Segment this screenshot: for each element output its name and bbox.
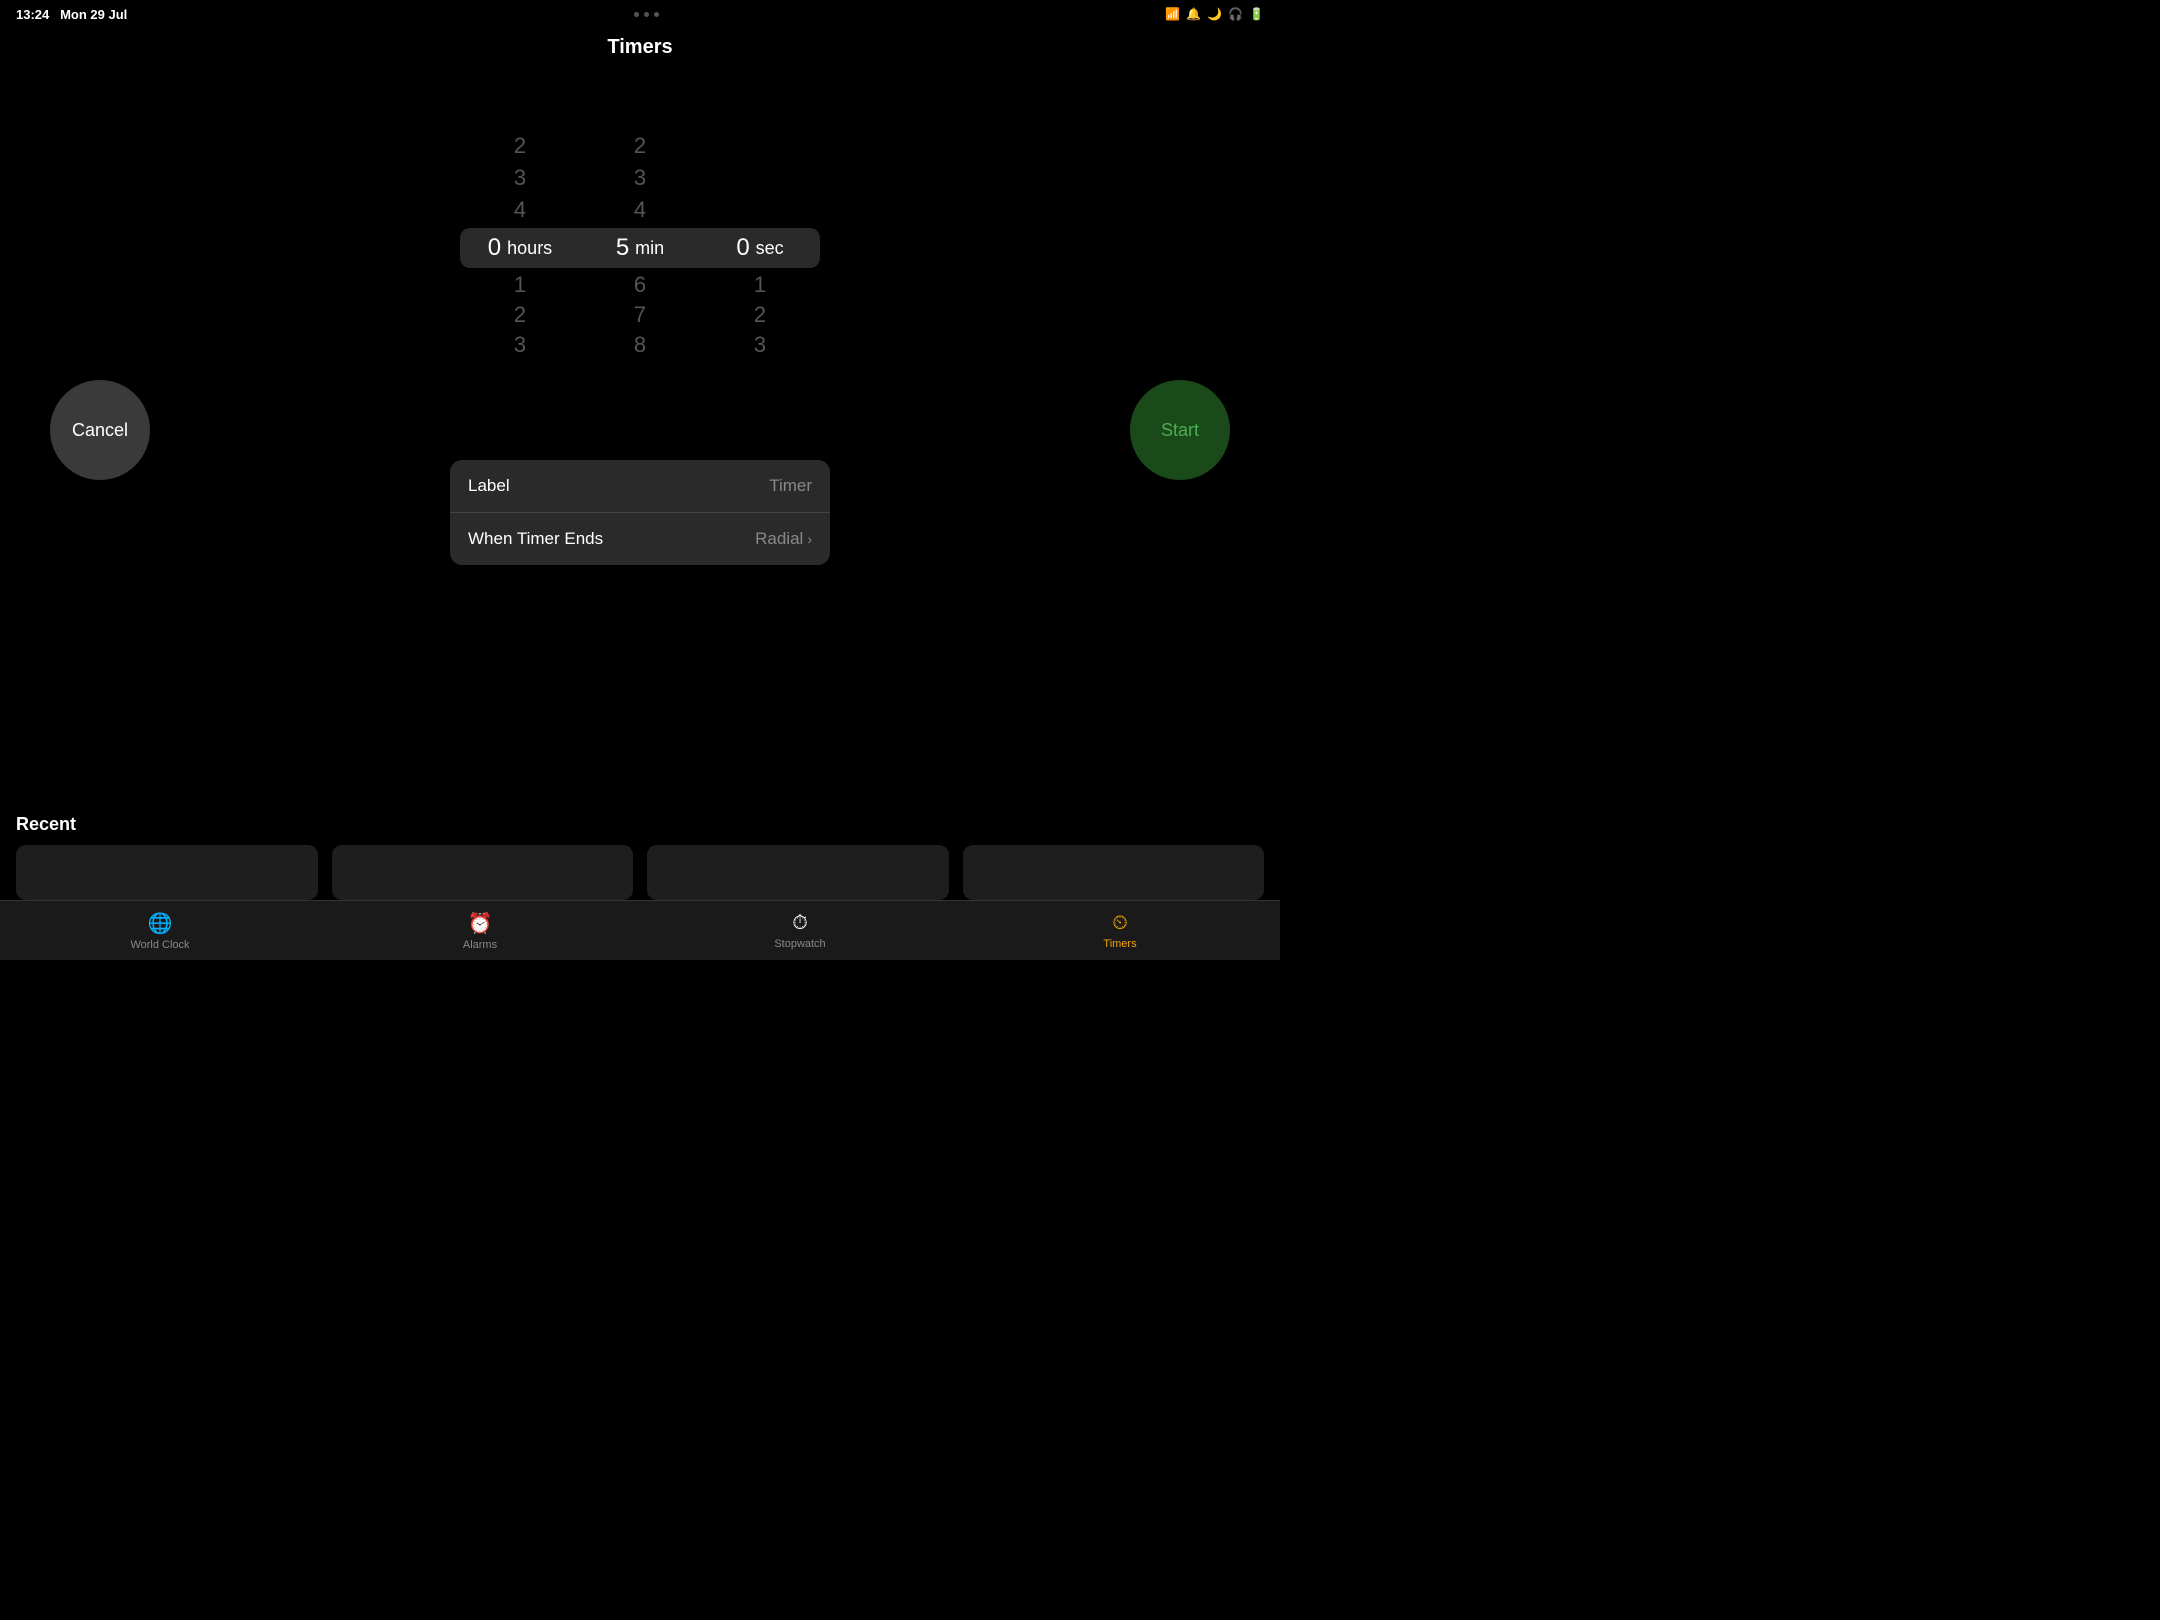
minutes-above-col: 2 3 4: [585, 130, 695, 226]
moon-icon: 🌙: [1207, 7, 1222, 21]
wifi-icon: 📶: [1165, 7, 1180, 21]
seconds-above-col: [705, 130, 815, 226]
label-row-value: Timer: [769, 476, 812, 496]
picker-above-row: 2 3 4 2 3 4: [460, 130, 820, 226]
minutes-above-2: 2: [634, 130, 646, 162]
tab-timers[interactable]: ⏲ Timers: [960, 912, 1280, 950]
hours-above-4: 4: [514, 194, 526, 226]
when-timer-ends-label: When Timer Ends: [468, 529, 603, 549]
stopwatch-label: Stopwatch: [774, 938, 825, 950]
recent-item-2[interactable]: [332, 845, 634, 900]
tab-stopwatch[interactable]: ⏱ Stopwatch: [640, 912, 960, 950]
tab-world-clock[interactable]: 🌐 World Clock: [0, 911, 320, 951]
tab-bar: 🌐 World Clock ⏰ Alarms ⏱ Stopwatch ⏲ Tim…: [0, 900, 1280, 960]
hours-unit: hours: [507, 238, 552, 259]
seconds-value: 0: [736, 234, 749, 262]
hours-below-2: 2: [514, 300, 526, 330]
status-bar: 13:24 Mon 29 Jul 📶 🔔 🌙 🎧 🔋: [0, 0, 1280, 28]
alarms-label: Alarms: [463, 939, 497, 951]
when-timer-ends-value: Radial ›: [755, 529, 812, 549]
recent-section: Recent: [0, 814, 1280, 900]
minutes-below-8: 8: [634, 330, 646, 360]
seconds-below-3: 3: [754, 330, 766, 360]
label-row-label: Label: [468, 476, 510, 496]
hours-below-1: 1: [514, 270, 526, 300]
minutes-selected[interactable]: 5 min: [585, 234, 695, 262]
hours-above-col: 2 3 4: [465, 130, 575, 226]
battery-icon: 🔋: [1249, 7, 1264, 21]
minutes-value: 5: [616, 234, 629, 262]
recent-item-1[interactable]: [16, 845, 318, 900]
world-clock-icon: 🌐: [148, 911, 173, 936]
status-date: Mon 29 Jul: [60, 7, 127, 22]
alarms-icon: ⏰: [468, 911, 493, 936]
options-panel: Label Timer When Timer Ends Radial ›: [450, 460, 830, 565]
minutes-below-col: 6 7 8: [585, 270, 695, 360]
hours-selected[interactable]: 0 hours: [465, 234, 575, 262]
page-title: Timers: [0, 36, 1280, 59]
recent-item-4[interactable]: [963, 845, 1265, 900]
minutes-above-4: 4: [634, 194, 646, 226]
status-icons: 📶 🔔 🌙 🎧 🔋: [1165, 7, 1264, 21]
dot-2: [644, 12, 649, 17]
recent-items-list: [16, 845, 1264, 900]
hours-below-3: 3: [514, 330, 526, 360]
chevron-right-icon: ›: [807, 531, 812, 547]
world-clock-label: World Clock: [130, 939, 189, 951]
picker-below-row: 1 2 3 6 7 8 1 2 3: [460, 270, 820, 360]
dot-3: [654, 12, 659, 17]
seconds-below-2: 2: [754, 300, 766, 330]
seconds-unit: sec: [756, 238, 784, 259]
hours-below-col: 1 2 3: [465, 270, 575, 360]
seconds-below-col: 1 2 3: [705, 270, 815, 360]
minutes-below-7: 7: [634, 300, 646, 330]
picker-selected-row[interactable]: 0 hours 5 min 0 sec: [460, 228, 820, 268]
timers-icon: ⏲: [1112, 912, 1128, 935]
tab-alarms[interactable]: ⏰ Alarms: [320, 911, 640, 951]
hours-above-3: 3: [514, 162, 526, 194]
seconds-selected[interactable]: 0 sec: [705, 234, 815, 262]
status-dots: [634, 12, 659, 17]
recent-item-3[interactable]: [647, 845, 949, 900]
minutes-above-3: 3: [634, 162, 646, 194]
when-timer-ends-row[interactable]: When Timer Ends Radial ›: [450, 513, 830, 565]
start-button[interactable]: Start: [1130, 380, 1230, 480]
status-time-date: 13:24 Mon 29 Jul: [16, 7, 127, 22]
timer-picker[interactable]: 2 3 4 2 3 4 0 hours 5 min 0 sec: [460, 130, 820, 360]
minutes-below-6: 6: [634, 270, 646, 300]
status-time: 13:24: [16, 7, 49, 22]
cancel-button[interactable]: Cancel: [50, 380, 150, 480]
minutes-unit: min: [635, 238, 664, 259]
hours-above-2: 2: [514, 130, 526, 162]
headphone-icon: 🎧: [1228, 7, 1243, 21]
timers-label: Timers: [1103, 938, 1136, 950]
seconds-below-1: 1: [754, 270, 766, 300]
label-row[interactable]: Label Timer: [450, 460, 830, 513]
stopwatch-icon: ⏱: [792, 912, 808, 935]
recent-title: Recent: [16, 814, 1264, 835]
hours-value: 0: [488, 234, 501, 262]
dot-1: [634, 12, 639, 17]
alarm-bell-icon: 🔔: [1186, 7, 1201, 21]
